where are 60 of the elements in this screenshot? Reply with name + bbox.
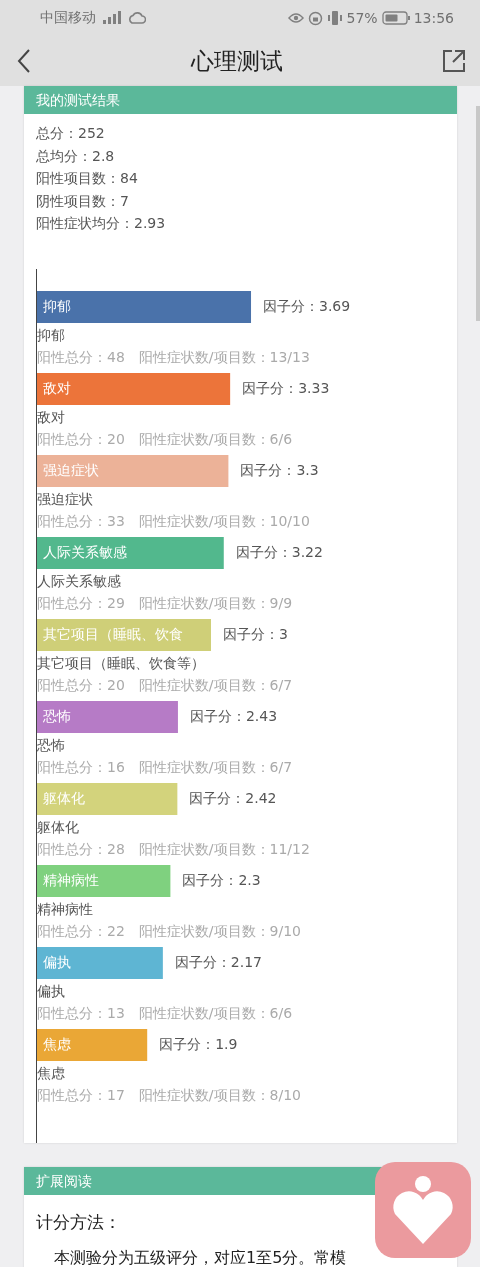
summary-line: 总均分：2.8 — [36, 146, 116, 166]
factor-stats: 阳性总分：22 阳性症状数/项目数：9/10 — [37, 921, 302, 941]
factor-score: 因子分：1.9 — [159, 1035, 238, 1054]
bar-label: 偏执 — [43, 953, 71, 972]
factor-stats: 阳性总分：48 阳性症状数/项目数：13/13 — [37, 347, 311, 367]
card-header: 我的测试结果 — [24, 86, 457, 114]
factor-score: 因子分：3.69 — [263, 297, 351, 316]
bar-label: 人际关系敏感 — [43, 543, 127, 562]
bar-label: 恐怖 — [43, 707, 71, 726]
factor-score: 因子分：3.3 — [240, 461, 319, 480]
cloud-icon — [128, 11, 146, 25]
factor-score: 因子分：2.42 — [189, 789, 277, 808]
rotation-lock-icon — [307, 10, 323, 26]
bar-label: 敌对 — [43, 379, 71, 398]
bar-label: 强迫症状 — [43, 461, 99, 480]
factor-stats: 阳性总分：20 阳性症状数/项目数：6/6 — [37, 429, 294, 449]
back-icon[interactable] — [16, 48, 32, 74]
summary-line: 阳性症状均分：2.93 — [36, 214, 167, 233]
factor-name: 抑郁 — [37, 325, 66, 345]
factor-name: 焦虑 — [37, 1063, 66, 1083]
factor-name: 恐怖 — [37, 735, 66, 755]
factor-stats: 阳性总分：16 阳性症状数/项目数：6/7 — [37, 757, 294, 777]
factor-stats: 阳性总分：13 阳性症状数/项目数：6/6 — [37, 1003, 294, 1023]
share-icon[interactable] — [442, 49, 466, 73]
factor-stats: 阳性总分：20 阳性症状数/项目数：6/7 — [37, 675, 294, 695]
factor-name: 精神病性 — [37, 899, 94, 919]
factor-score: 因子分：3.33 — [242, 379, 330, 398]
paragraph: 本测验分为五级评分，对应1至5分。常模 — [53, 1246, 348, 1267]
bar-label: 焦虑 — [43, 1035, 71, 1054]
bar-label: 其它项目（睡眠、饮食 — [43, 625, 183, 644]
factor-score: 因子分：2.43 — [189, 707, 278, 726]
clock-time: 13:56 — [413, 10, 454, 26]
factor-name: 躯体化 — [37, 817, 80, 837]
carrier-name: 中国移动 — [40, 9, 96, 27]
bar-label: 躯体化 — [43, 789, 85, 808]
factor-name: 强迫症状 — [37, 489, 94, 509]
vibrate-icon — [326, 11, 343, 25]
battery-icon — [381, 11, 410, 25]
factor-name: 人际关系敏感 — [37, 571, 122, 591]
factor-name: 偏执 — [37, 981, 66, 1001]
factor-stats: 阳性总分：17 阳性症状数/项目数：8/10 — [37, 1085, 302, 1105]
factor-stats: 阳性总分：28 阳性症状数/项目数：11/12 — [37, 839, 311, 859]
factor-stats: 阳性总分：33 阳性症状数/项目数：10/10 — [37, 511, 311, 531]
factor-score: 因子分：2.3 — [182, 871, 261, 890]
factor-score: 因子分：3 — [223, 625, 288, 644]
factor-score: 因子分：3.22 — [235, 543, 323, 562]
factor-score: 因子分：2.17 — [174, 953, 263, 972]
page-title: 心理测试 — [190, 46, 284, 76]
summary-line: 总分：252 — [36, 124, 106, 143]
section-heading: 计分方法： — [35, 1210, 122, 1234]
signal-icon — [102, 11, 124, 25]
factor-stats: 阳性总分：29 阳性症状数/项目数：9/9 — [37, 593, 294, 613]
summary-line: 阳性项目数：84 — [36, 169, 139, 188]
factor-name: 其它项目（睡眠、饮食等） — [37, 653, 206, 673]
eye-icon — [287, 12, 304, 24]
bar-label: 精神病性 — [43, 871, 99, 890]
factor-name: 敌对 — [37, 407, 66, 427]
bar-label: 抑郁 — [43, 297, 71, 316]
summary-line: 阴性项目数：7 — [36, 191, 130, 211]
battery-percent: 57% — [346, 10, 378, 26]
